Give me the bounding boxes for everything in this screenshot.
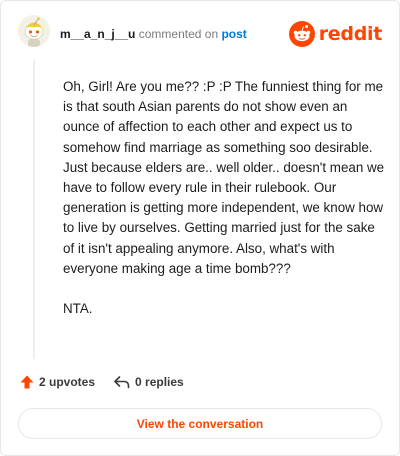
reddit-logo-icon	[288, 21, 315, 47]
user-avatar[interactable]	[18, 15, 50, 47]
comment-footer: 2 upvotes 0 replies	[19, 374, 202, 390]
upvote-arrow-icon	[20, 375, 34, 389]
reddit-brand[interactable]: reddit	[288, 21, 383, 47]
upvote-count[interactable]: 2 upvotes	[19, 374, 95, 390]
reply-arrow-icon	[114, 376, 130, 389]
comment-header: m__a_n_j__u commented on post	[60, 26, 247, 42]
view-conversation-button[interactable]: View the conversation	[18, 408, 382, 439]
reply-count[interactable]: 0 replies	[113, 374, 184, 390]
post-link[interactable]: post	[221, 27, 246, 41]
commented-on-text: commented on	[138, 27, 219, 41]
comment-body: Oh, Girl! Are you me?? :P :P The funnies…	[63, 77, 387, 339]
username-link[interactable]: m__a_n_j__u	[60, 27, 135, 41]
reddit-wordmark: reddit	[318, 23, 383, 45]
snoo-avatar-icon	[24, 17, 44, 47]
replies-label: 0 replies	[135, 375, 184, 389]
comment-paragraph: Oh, Girl! Are you me?? :P :P The funnies…	[63, 79, 385, 276]
comment-embed-card: m__a_n_j__u commented on post reddit Oh,…	[0, 0, 400, 456]
thread-line	[33, 59, 35, 359]
upvotes-label: 2 upvotes	[39, 375, 96, 389]
comment-paragraph: NTA.	[63, 301, 93, 317]
